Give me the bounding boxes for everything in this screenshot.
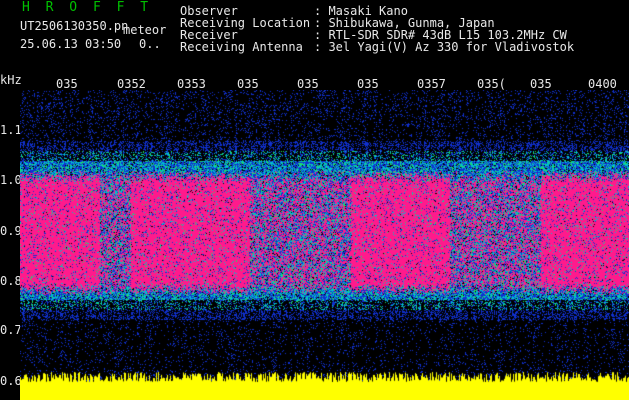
y-tick-label: 0.8 bbox=[0, 274, 22, 288]
date-time: 25.06.13 03:50 bbox=[20, 37, 122, 51]
y-tick-label: 1.1 bbox=[0, 123, 22, 137]
y-tick-label: 1.0 bbox=[0, 173, 22, 187]
y-tick-label: 0.9 bbox=[0, 224, 22, 238]
x-tick-label: 035 bbox=[357, 77, 379, 91]
x-tick-label: 035 bbox=[237, 77, 259, 91]
app-title: H R O F F T bbox=[22, 0, 153, 15]
x-tick-label: 0400 bbox=[588, 77, 617, 91]
y-axis-unit: kHz bbox=[0, 73, 22, 87]
antenna-label: Receiving Antenna bbox=[180, 40, 303, 54]
antenna-value: : 3el Yagi(V) Az 330 for Vladivostok bbox=[314, 40, 575, 54]
x-tick-label: 035 bbox=[297, 77, 319, 91]
x-tick-label: 035 bbox=[530, 77, 552, 91]
y-tick-label: 0.7 bbox=[0, 323, 22, 337]
x-tick-label: 035 bbox=[56, 77, 78, 91]
meteor-count: 0.. bbox=[139, 37, 161, 51]
file-name: UT2506130350.pn bbox=[20, 19, 129, 33]
x-tick-label: 0357 bbox=[417, 77, 446, 91]
meteor-label: meteor bbox=[123, 23, 167, 37]
x-tick-label: 0353 bbox=[177, 77, 206, 91]
spectrogram-plot bbox=[20, 90, 629, 400]
x-tick-label: 035( bbox=[477, 77, 506, 91]
y-tick-label: 0.6 bbox=[0, 374, 22, 388]
x-tick-label: 0352 bbox=[117, 77, 146, 91]
